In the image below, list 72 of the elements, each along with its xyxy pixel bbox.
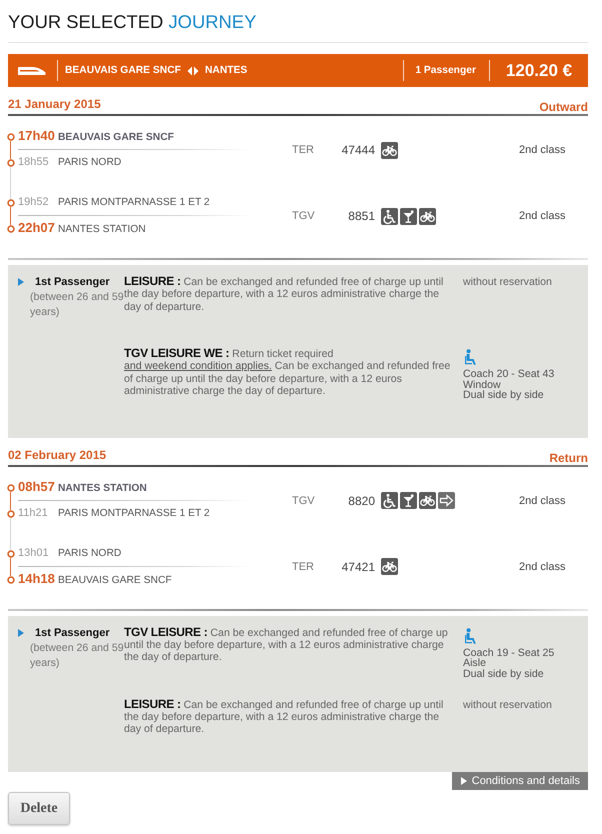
triangle-icon xyxy=(18,278,24,286)
double-arrow-icon xyxy=(186,66,199,76)
station-name: NANTES STATION xyxy=(58,482,147,496)
delete-button[interactable]: Delete xyxy=(8,792,70,826)
cocktail-glass-icon xyxy=(400,492,417,509)
train-icon xyxy=(18,66,46,76)
reservation-note: without reservation xyxy=(463,275,552,288)
station-name: BEAUVAIS GARE SNCF xyxy=(58,574,172,588)
train-type: TER xyxy=(292,144,315,156)
seat-detail: Aisle xyxy=(463,658,486,668)
seat-detail: Dual side by side xyxy=(463,668,544,679)
train-number: 47444 xyxy=(340,143,375,157)
station-name: PARIS MONTPARNASSE 1 ET 2 xyxy=(58,506,210,520)
fare-conditions: TGV LEISURE : Can be exchanged and refunded free of charge up until the day before departure, with a 12 euros administrative charge the day of departure. xyxy=(124,626,449,666)
origin-station: BEAUVAIS GARE SNCF xyxy=(65,65,181,76)
passenger-label: 1st Passenger xyxy=(35,626,110,638)
station-name: PARIS NORD xyxy=(58,546,122,560)
station-name: PARIS NORD xyxy=(58,156,122,170)
destination-station: NANTES xyxy=(204,65,248,76)
station-name: BEAUVAIS GARE SNCF xyxy=(58,131,174,145)
journey-direction: Outward xyxy=(539,100,588,115)
stop-time: 18h55 xyxy=(18,155,50,169)
seat-detail: Window xyxy=(463,380,501,390)
stop-time: 19h52 xyxy=(18,195,50,209)
train-number: 8820 xyxy=(347,494,375,508)
passenger-age: (between 26 and 59 years) xyxy=(29,640,124,670)
train-type: TGV xyxy=(292,494,316,506)
travel-class: 2nd class xyxy=(519,494,566,506)
bicycle-icon xyxy=(381,142,398,158)
wheelchair-icon xyxy=(381,492,398,509)
stop-time: 08h57 xyxy=(18,480,56,494)
stop-time: 11h21 xyxy=(18,506,49,520)
page-title: YOUR SELECTED JOURNEY xyxy=(8,10,258,34)
stop-time: 14h18 xyxy=(18,572,56,586)
station-name: NANTES STATION xyxy=(58,223,146,237)
fare-conditions: TGV LEISURE WE : Return ticket required and weekend condition applies. Can be exchanged and refunded free of charge up until the day before departure, with a 12 euros administrative charge the day of departure. xyxy=(124,347,452,399)
travel-class: 2nd class xyxy=(519,560,566,572)
bicycle-icon xyxy=(419,492,436,509)
cocktail-glass-icon xyxy=(400,208,417,224)
fare-conditions: LEISURE : Can be exchanged and refunded free of charge up until the day before departure, with a 12 euros administrative charge the day of departure. xyxy=(124,698,444,736)
bicycle-icon xyxy=(419,208,436,224)
train-number: 47421 xyxy=(340,560,375,574)
stop-time: 17h40 xyxy=(18,129,56,143)
fare-conditions: LEISURE : Can be exchanged and refunded free of charge up until the day before departure, with a 12 euros administrative charge the day of departure. xyxy=(124,275,444,313)
travel-class: 2nd class xyxy=(519,210,566,222)
conditions-link[interactable]: and weekend condition applies. xyxy=(124,360,272,372)
seat-icon xyxy=(465,628,477,644)
seat-detail: Coach 19 - Seat 25 xyxy=(463,648,554,658)
conditions-button[interactable]: Conditions and details xyxy=(452,772,588,790)
train-type: TER xyxy=(292,560,315,572)
wheelchair-icon xyxy=(381,208,398,224)
stop-time: 13h01 xyxy=(18,546,50,560)
passenger-label: 1st Passenger xyxy=(35,276,110,288)
journey-date: 02 February 2015 xyxy=(8,448,106,462)
triangle-icon xyxy=(18,628,24,636)
seat-icon xyxy=(465,349,477,366)
reservation-note: without reservation xyxy=(463,698,552,711)
train-type: TGV xyxy=(292,210,316,222)
station-name: PARIS MONTPARNASSE 1 ET 2 xyxy=(58,196,210,210)
seat-detail: Coach 20 - Seat 43 xyxy=(463,369,554,380)
travel-class: 2nd class xyxy=(519,144,566,156)
journey-date: 21 January 2015 xyxy=(8,97,101,112)
total-price: 120.20 € xyxy=(504,60,574,80)
arrow-icon xyxy=(438,492,455,509)
triangle-icon xyxy=(460,777,467,786)
train-number: 8851 xyxy=(347,209,375,223)
bicycle-icon xyxy=(381,558,398,575)
journey-direction: Return xyxy=(549,450,588,466)
seat-detail: Dual side by side xyxy=(463,390,544,400)
stop-time: 22h07 xyxy=(18,221,56,235)
passenger-count: 1 Passenger xyxy=(415,65,476,76)
passenger-age: (between 26 and 59 years) xyxy=(29,291,124,320)
